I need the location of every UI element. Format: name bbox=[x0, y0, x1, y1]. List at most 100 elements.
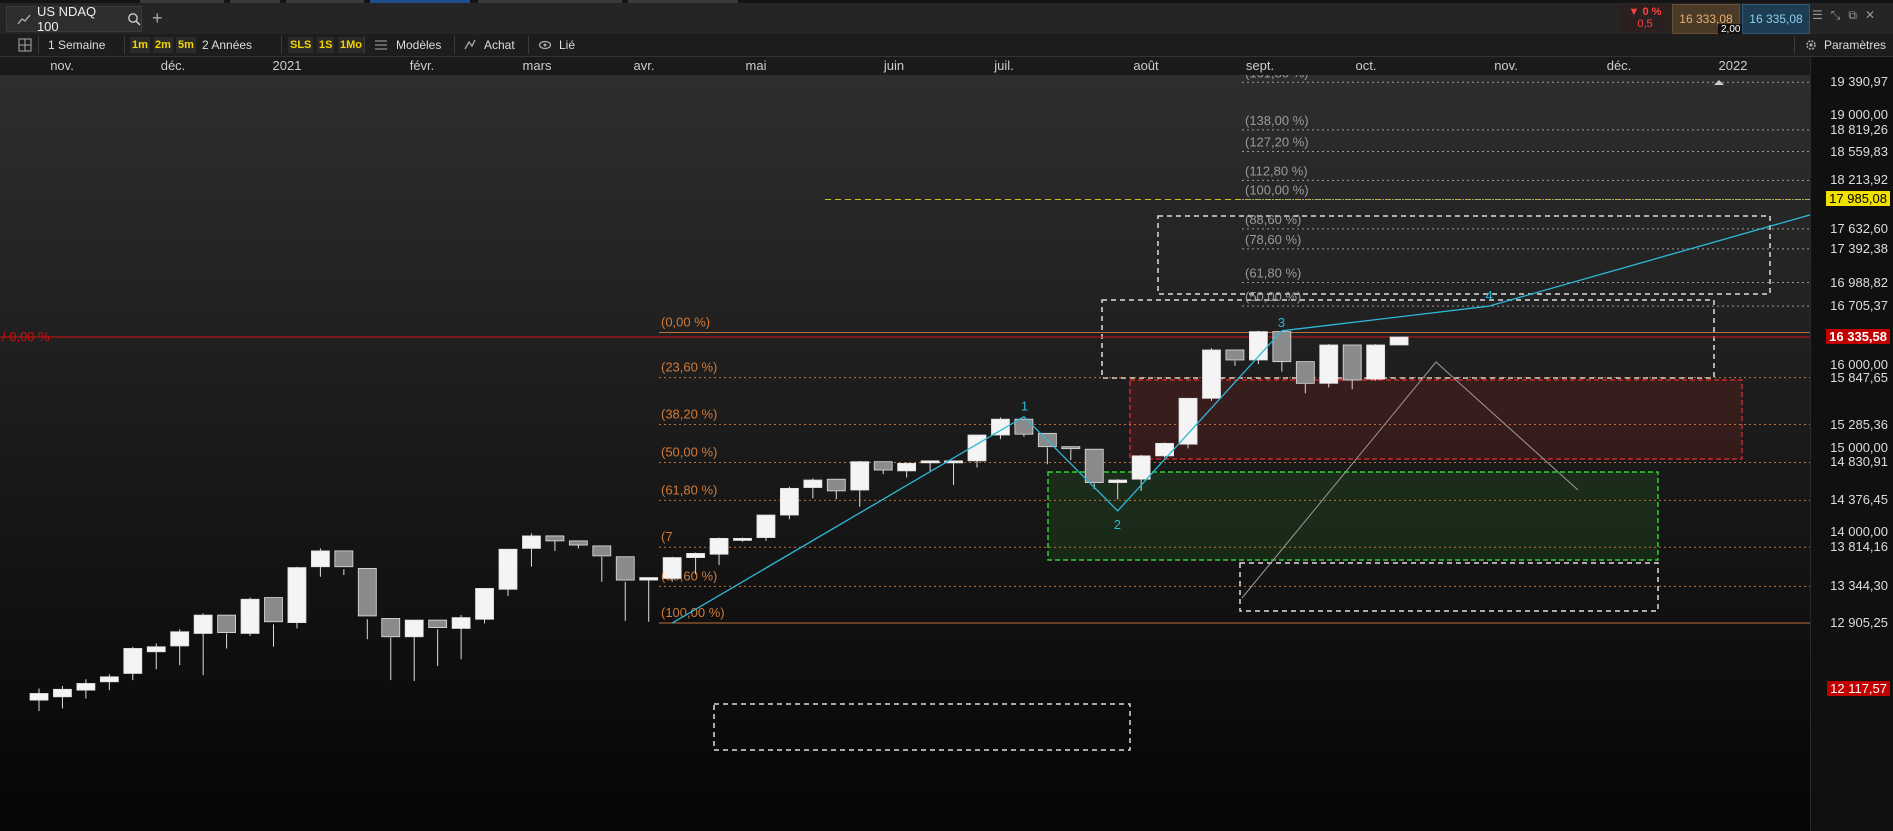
candle-body bbox=[1178, 397, 1198, 445]
candle-body bbox=[1084, 448, 1104, 483]
search-icon[interactable] bbox=[127, 12, 141, 26]
candle-body bbox=[568, 540, 588, 546]
candle-body bbox=[780, 487, 799, 516]
candle bbox=[1202, 348, 1221, 401]
models-button[interactable]: Modèles bbox=[396, 37, 441, 53]
candle-body bbox=[287, 567, 307, 624]
price-axis-label: 19 390,97 bbox=[1830, 74, 1888, 90]
candle-body bbox=[404, 619, 424, 638]
wave-label: 4 bbox=[1486, 288, 1493, 303]
price-axis-label: 19 000,00 bbox=[1830, 106, 1888, 122]
linked-button[interactable]: Lié bbox=[559, 37, 575, 53]
price-chart[interactable]: / 0,00 % (0,00 %) (23,60 %) (38,20 %) (50,00… bbox=[0, 75, 1810, 831]
time-axis-label: juin bbox=[883, 58, 905, 73]
candle bbox=[756, 514, 776, 541]
layout-icon[interactable] bbox=[18, 38, 32, 52]
tab-strip bbox=[0, 0, 1893, 3]
fib-extension-label: (112,80 %) bbox=[1245, 163, 1308, 178]
top-bar: US NDAQ 100 + ▼ 0 % 0,5 16 333,08 2,00 1… bbox=[0, 0, 1893, 35]
candle-body bbox=[920, 460, 940, 464]
candle-body bbox=[850, 461, 870, 491]
candle-body bbox=[475, 588, 494, 620]
candle-body bbox=[1225, 349, 1245, 361]
price-axis-label: 17 985,08 bbox=[1826, 191, 1890, 207]
popout-icon[interactable]: ⧉ bbox=[1848, 8, 1857, 23]
fib-retracement-label: (0,00 %) bbox=[661, 314, 710, 329]
candle-body bbox=[686, 553, 705, 558]
price-axis-label: 16 335,58 bbox=[1826, 329, 1890, 344]
time-axis-label: nov. bbox=[1494, 58, 1518, 73]
candle-body bbox=[264, 597, 283, 623]
study-1mo[interactable]: 1Mo bbox=[338, 37, 364, 53]
time-axis-label: sept. bbox=[1245, 58, 1275, 73]
menu-icon[interactable]: ☰ bbox=[1812, 8, 1823, 23]
candle-body bbox=[1366, 344, 1386, 380]
candle-body bbox=[123, 648, 143, 674]
interval-5m[interactable]: 5m bbox=[176, 37, 196, 53]
candle-body bbox=[662, 557, 682, 579]
candle bbox=[475, 588, 494, 624]
wave-label: 1 bbox=[1021, 399, 1028, 414]
templates-icon bbox=[375, 40, 387, 50]
left-price-label: / 0,00 % bbox=[2, 329, 50, 344]
settings-button[interactable]: Paramètres bbox=[1824, 37, 1886, 53]
candle-body bbox=[522, 535, 541, 549]
candle-body bbox=[756, 514, 776, 538]
chart-toolbar: 1 Semaine 1m 2m 5m 2 Années SLS 1S 1Mo M… bbox=[0, 34, 1893, 57]
candle-body bbox=[310, 550, 330, 568]
price-axis-label: 13 344,30 bbox=[1830, 578, 1888, 594]
price-axis-label: 15 285,36 bbox=[1830, 416, 1888, 432]
price-axis-label: 18 819,26 bbox=[1830, 121, 1888, 137]
resistance-zone bbox=[1129, 379, 1743, 460]
study-1s[interactable]: 1S bbox=[317, 37, 335, 53]
candle-body bbox=[1342, 344, 1362, 381]
fib-extension-label: (61,80 %) bbox=[1245, 266, 1301, 281]
wave-label: 3 bbox=[1278, 315, 1285, 330]
range-selector[interactable]: 2 Années bbox=[202, 37, 252, 53]
candle-body bbox=[334, 550, 354, 568]
price-axis-label: 14 830,91 bbox=[1830, 454, 1888, 470]
candle-body bbox=[897, 462, 917, 472]
time-axis-label: juil. bbox=[994, 58, 1014, 73]
candle-body bbox=[1272, 331, 1292, 363]
shrink-icon[interactable]: ⤡ bbox=[1831, 8, 1841, 23]
candle bbox=[240, 597, 260, 636]
buy-icon bbox=[464, 39, 476, 50]
time-axis-label: nov. bbox=[50, 58, 74, 73]
add-tab-button[interactable]: + bbox=[152, 8, 163, 29]
time-axis-label: 2021 bbox=[272, 58, 302, 73]
period-selector[interactable]: 1 Semaine bbox=[48, 37, 105, 53]
window-controls: ☰ ⤡ ⧉ ✕ bbox=[1812, 8, 1892, 23]
candle-body bbox=[451, 617, 471, 629]
candle-body bbox=[428, 619, 448, 629]
candle bbox=[1389, 336, 1409, 346]
candle-body bbox=[1319, 344, 1339, 384]
study-sls[interactable]: SLS bbox=[288, 37, 314, 53]
price-axis-label: 16 988,82 bbox=[1830, 274, 1888, 290]
instrument-name: US NDAQ 100 bbox=[36, 4, 97, 34]
candle bbox=[1319, 344, 1339, 388]
candle-body bbox=[1131, 455, 1151, 480]
interval-2m[interactable]: 2m bbox=[153, 37, 173, 53]
candle-body bbox=[592, 545, 612, 557]
candle-body bbox=[29, 693, 49, 701]
candle bbox=[498, 548, 518, 596]
candle-body bbox=[99, 676, 119, 683]
fib-extension-label: (161,80 %) bbox=[1245, 75, 1309, 80]
candle-body bbox=[803, 479, 823, 488]
time-axis-label: févr. bbox=[409, 58, 435, 73]
price-axis-label: 13 814,16 bbox=[1830, 539, 1888, 555]
price-axis-label: 15 847,65 bbox=[1830, 369, 1888, 385]
price-axis-label: 17 392,38 bbox=[1830, 240, 1888, 256]
candle-body bbox=[1155, 442, 1174, 457]
buy-button[interactable]: Achat bbox=[484, 37, 515, 53]
candle-body bbox=[1389, 336, 1409, 346]
ask-button[interactable]: 16 335,08 bbox=[1742, 4, 1810, 34]
instrument-tab[interactable]: US NDAQ 100 bbox=[6, 4, 142, 34]
candle-body bbox=[146, 646, 166, 653]
interval-1m[interactable]: 1m bbox=[130, 37, 150, 53]
candle-body bbox=[217, 614, 237, 634]
close-icon[interactable]: ✕ bbox=[1865, 8, 1875, 23]
price-axis-label: 18 213,92 bbox=[1830, 172, 1888, 188]
fib-retracement-label: (23,60 %) bbox=[661, 360, 717, 375]
